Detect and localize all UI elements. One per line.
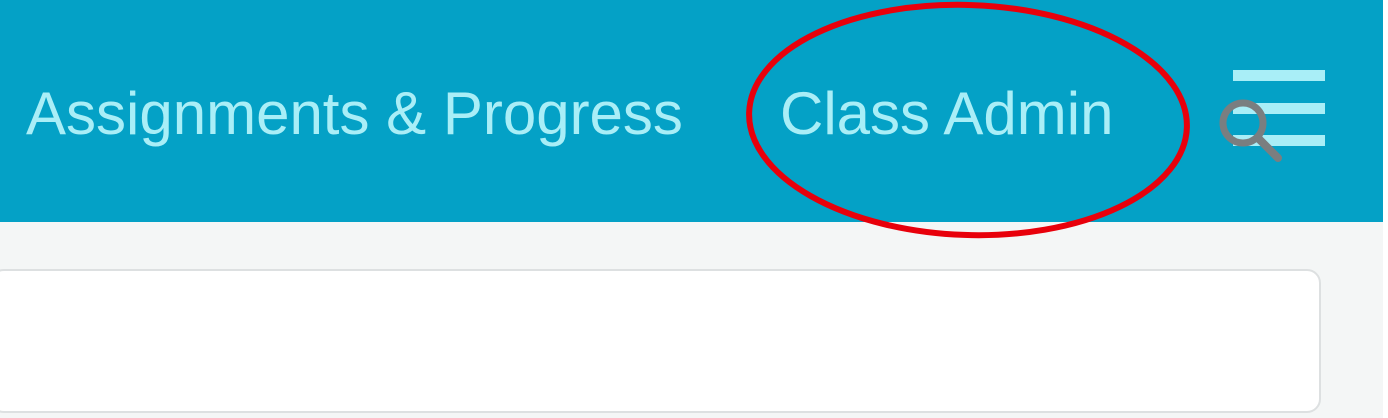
hamburger-bar-top: [1233, 70, 1325, 81]
content-area: [0, 222, 1383, 418]
magnifier-icon[interactable]: [1212, 92, 1288, 168]
nav-link-class-admin[interactable]: Class Admin: [780, 78, 1113, 150]
nav-link-assignments-progress[interactable]: Assignments & Progress: [26, 78, 683, 150]
top-navbar: Assignments & Progress Class Admin: [0, 0, 1383, 222]
search-box: [0, 269, 1321, 413]
search-input[interactable]: [22, 291, 1176, 393]
